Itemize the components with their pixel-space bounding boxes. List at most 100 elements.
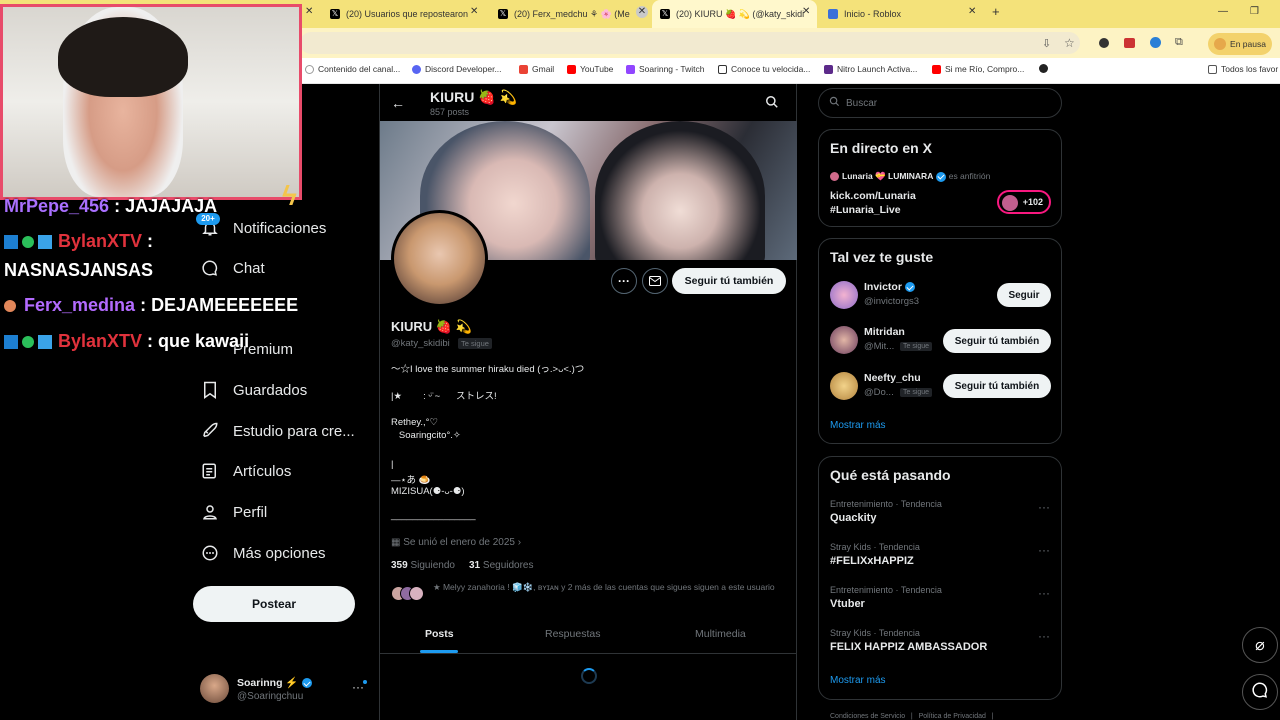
new-tab-button[interactable]: + — [992, 4, 1000, 19]
nav-item-more[interactable]: Más opciones — [200, 543, 326, 563]
discord-icon — [412, 64, 421, 74]
account-switcher[interactable]: Soarinng ⚡ @Soaringchuu ··· — [200, 674, 370, 706]
extension-icon[interactable] — [1124, 38, 1135, 48]
followed-by-text[interactable]: ★ Melyy zanahoria ! 🧊❄️, ʙʏɪᴀɴ y 2 más d… — [433, 582, 778, 593]
follow-back-button[interactable]: Seguir tú también — [672, 268, 786, 294]
avatar[interactable] — [830, 326, 858, 354]
extension-icon[interactable] — [1099, 38, 1109, 48]
follow-back-button[interactable]: Seguir tú también — [943, 374, 1051, 398]
follow-back-button[interactable]: Seguir tú también — [943, 329, 1051, 353]
bookmark-label: Todos los favor — [1221, 64, 1279, 74]
message-icon[interactable] — [642, 268, 668, 294]
nav-item-chat[interactable]: Chat — [200, 258, 265, 278]
minimize-icon[interactable]: — — [1218, 6, 1228, 17]
profile-avatar[interactable] — [391, 210, 488, 307]
calendar-icon: ▦ — [391, 537, 404, 548]
trend-name[interactable]: #FELIXxHAPPIZ — [830, 555, 914, 567]
tab-replies[interactable]: Respuestas — [545, 628, 600, 640]
chevron-right-icon: › — [515, 537, 522, 548]
chat-username: BylanXTV — [58, 331, 143, 351]
tab-posts[interactable]: Posts — [425, 628, 454, 640]
more-icon[interactable]: ··· — [1038, 500, 1050, 514]
close-icon[interactable]: ✕ — [968, 6, 976, 17]
suggestion-name[interactable]: Mitridan — [864, 326, 905, 338]
bookmark-item[interactable]: Discord Developer... — [412, 64, 502, 74]
tab-media[interactable]: Multimedia — [695, 628, 746, 640]
live-line2[interactable]: #Lunaria_Live — [830, 204, 901, 216]
messages-button[interactable] — [1242, 674, 1278, 710]
verified-icon — [904, 282, 915, 293]
trend-name[interactable]: Vtuber — [830, 598, 865, 610]
tab-title: Inicio - Roblox — [844, 9, 902, 19]
suggestion-name[interactable]: Neefty_chu — [864, 372, 921, 384]
suggestion-name-row[interactable]: Invictor — [864, 281, 915, 293]
back-arrow-icon[interactable]: ← — [391, 95, 405, 111]
more-options-icon[interactable]: ··· — [611, 268, 637, 294]
chat-separator: : — [109, 196, 126, 216]
live-line1[interactable]: kick.com/Lunaria — [830, 190, 916, 202]
live-listeners[interactable]: +102 — [997, 190, 1051, 214]
nav-item-creator-studio[interactable]: Estudio para cre... — [200, 421, 355, 441]
browser-tab-active[interactable]: 𝕏 (20) KIURU 🍓 💫 (@katy_skidi — [652, 0, 817, 28]
trends-card: Qué está pasando — [818, 456, 1062, 700]
nav-item-articles[interactable]: Artículos — [200, 461, 291, 481]
follows-you-badge: Te sigue — [900, 388, 933, 397]
bookmark-item[interactable] — [1039, 64, 1052, 73]
following-link[interactable]: 359 Siguiendo — [391, 560, 455, 571]
bookmark-item[interactable]: Gmail — [519, 64, 554, 74]
search-icon[interactable] — [765, 95, 779, 114]
avatar — [1002, 195, 1018, 211]
install-icon[interactable]: ⇩ — [1042, 37, 1051, 50]
close-icon[interactable]: ✕ — [636, 6, 648, 18]
bookmark-item[interactable]: YouTube — [567, 64, 613, 74]
browser-tab[interactable]: 𝕏 (20) Usuarios que repostearon — [322, 0, 482, 28]
bookmark-item[interactable]: Si me Río, Compro... — [932, 64, 1024, 74]
followers-link[interactable]: 31 Seguidores — [469, 560, 534, 571]
trend-name[interactable]: Quackity — [830, 512, 876, 524]
search-input[interactable]: Buscar — [818, 88, 1062, 118]
close-icon[interactable]: ✕ — [802, 6, 810, 17]
extension-icon[interactable] — [1150, 37, 1161, 48]
all-bookmarks[interactable]: Todos los favor — [1208, 64, 1278, 74]
paused-label: En pausa — [1230, 39, 1266, 49]
star-icon[interactable]: ☆ — [1064, 36, 1075, 50]
chat-message: NASNASJANSAS — [4, 260, 154, 280]
live-host-row[interactable]: Lunaria 💝 LUMINARA es anfitrión — [830, 171, 990, 182]
more-icon[interactable]: ··· — [1038, 543, 1050, 557]
search-icon — [829, 94, 840, 112]
trend-name[interactable]: FELIX HAPPIZ AMBASSADOR — [830, 641, 987, 653]
close-icon[interactable]: ✕ — [305, 6, 313, 17]
bookmark-item[interactable]: Contenido del canal... — [305, 64, 400, 74]
chat-separator: : — [135, 295, 152, 315]
avatar — [200, 674, 229, 703]
post-button[interactable]: Postear — [193, 586, 355, 622]
follow-button[interactable]: Seguir — [997, 283, 1051, 307]
nav-item-profile[interactable]: Perfil — [200, 502, 267, 522]
nav-item-bookmarks[interactable]: Guardados — [200, 380, 307, 400]
bookmark-label: Discord Developer... — [425, 64, 502, 74]
tab-title: (20) Usuarios que repostearon — [346, 9, 469, 19]
maximize-icon[interactable]: ❐ — [1250, 6, 1259, 17]
grok-button[interactable]: ⌀ — [1242, 627, 1278, 663]
followed-by-avatars[interactable] — [391, 586, 427, 602]
puzzle-icon[interactable]: ⧉ — [1175, 36, 1183, 49]
avatar[interactable] — [830, 281, 858, 309]
nav-label: Perfil — [233, 503, 268, 521]
show-more-link[interactable]: Mostrar más — [830, 420, 886, 431]
bookmark-item[interactable]: Conoce tu velocida... — [718, 64, 810, 74]
url-input[interactable] — [300, 32, 1080, 54]
browser-tab[interactable]: Inicio - Roblox — [820, 0, 965, 28]
more-circle-icon — [200, 543, 220, 563]
more-icon[interactable]: ··· — [1038, 629, 1050, 643]
browser-tab[interactable]: 𝕏 (20) Ferx_medchu ⚘ 🌸 (Me e — [490, 0, 630, 28]
close-icon[interactable]: ✕ — [470, 6, 478, 17]
bookmark-item[interactable]: Nitro Launch Activa... — [824, 64, 917, 74]
avatar[interactable] — [830, 372, 858, 400]
more-icon[interactable]: ··· — [1038, 586, 1050, 600]
bookmark-item[interactable]: Soarinng - Twitch — [626, 64, 705, 74]
following-label: Siguiendo — [410, 560, 455, 571]
bio-line: —⋆あ 🍮 — [391, 475, 431, 486]
footer-links[interactable]: Condiciones de Servicio | Política de Pr… — [830, 713, 994, 720]
show-more-link[interactable]: Mostrar más — [830, 675, 886, 686]
paused-profile-button[interactable]: En pausa — [1208, 33, 1272, 55]
